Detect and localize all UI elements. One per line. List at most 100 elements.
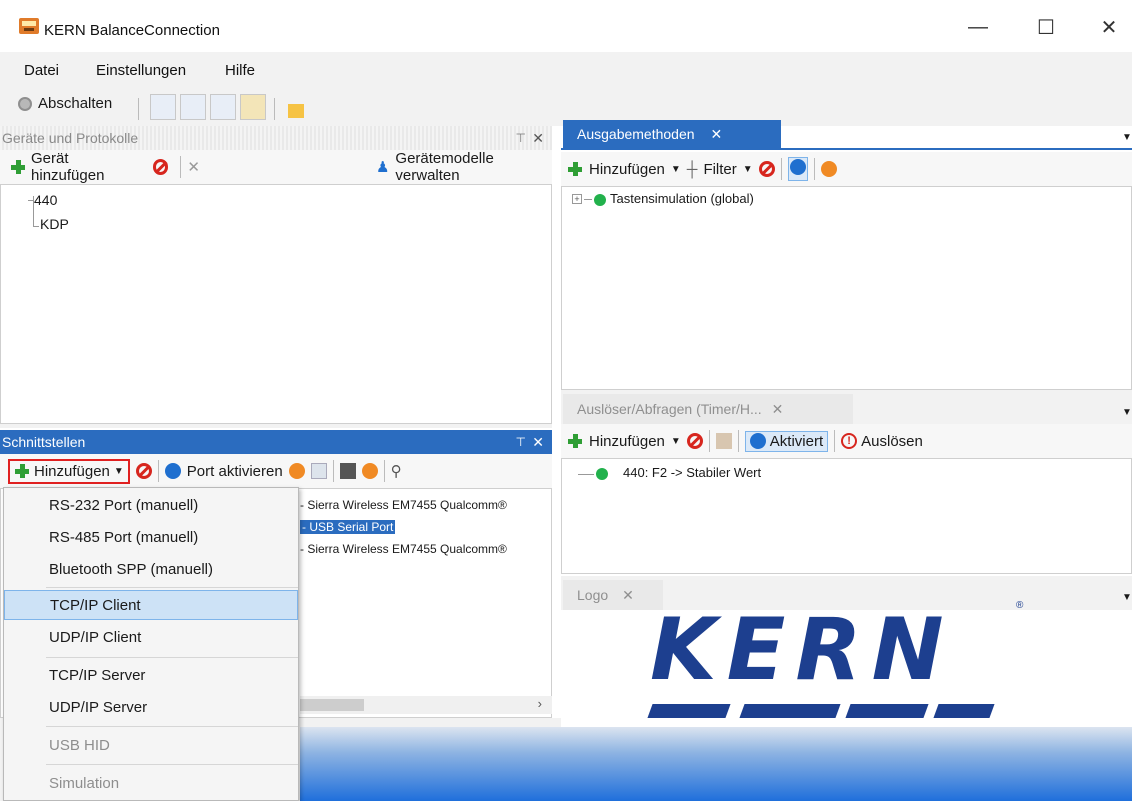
devices-toolbar: Gerät hinzufügen ✕ ♟ Gerätemodelle verwa… [0, 150, 552, 184]
tree-item-440[interactable]: 440 [34, 192, 57, 208]
menu-item-udpip-client[interactable]: UDP/IP Client [4, 622, 298, 652]
close-window-button[interactable]: ✕ [1086, 12, 1132, 42]
menu-hilfe[interactable]: Hilfe [225, 62, 255, 79]
chevron-down-icon[interactable]: ▼ [671, 436, 681, 447]
tab-ausloeser[interactable]: Auslöser/Abfragen (Timer/H... ✕ [563, 394, 853, 424]
toolbar-separator [737, 430, 739, 452]
toolbar-separator [180, 156, 182, 178]
chevron-down-icon[interactable]: ▼ [671, 164, 681, 175]
document-icon[interactable] [310, 463, 327, 479]
tree-item-tastensimulation[interactable]: Tastensimulation (global) [610, 191, 754, 206]
settings-icon[interactable] [820, 161, 837, 177]
close-icon[interactable]: ✕ [532, 130, 544, 147]
scrollbar-thumb[interactable] [300, 699, 364, 711]
port-item[interactable]: - Sierra Wireless EM7455 Qualcomm® [300, 498, 552, 512]
devices-panel-title: Geräte und Protokolle [2, 130, 139, 146]
trigger-label: Auslösen [861, 432, 923, 450]
triggers-toolbar: Hinzufügen ▼ Aktiviert ! Auslösen [561, 424, 1132, 458]
chevron-right-icon[interactable]: › [538, 696, 542, 711]
add-interface-dropdown: RS-232 Port (manuell) RS-485 Port (manue… [3, 487, 299, 801]
toolbar-separator [834, 430, 836, 452]
devices-tree [0, 184, 552, 424]
tab-label: Auslöser/Abfragen (Timer/H... [577, 401, 762, 417]
trigger-button[interactable]: ! Auslösen [841, 433, 923, 450]
chevron-down-icon[interactable]: ▼ [1122, 132, 1132, 143]
filter-button[interactable]: Filter [703, 161, 736, 178]
add-interface-label: Hinzufügen [34, 462, 110, 480]
pin-icon[interactable]: ⊤ [516, 131, 526, 145]
menu-einstellungen[interactable]: Einstellungen [96, 62, 186, 79]
close-icon[interactable]: ✕ [711, 126, 723, 143]
tab-logo[interactable]: Logo ✕ [563, 580, 663, 610]
export-icon[interactable] [240, 94, 266, 120]
horizontal-scrollbar[interactable]: › [300, 696, 552, 714]
menu-item-tcpip-server[interactable]: TCP/IP Server [4, 660, 298, 690]
activate-port-icon [164, 463, 181, 479]
devices-panel-header: Geräte und Protokolle ⊤ ✕ [0, 126, 552, 150]
interfaces-toolbar: Hinzufügen ▼ Port aktivieren ⚲ [0, 454, 552, 488]
tools-icon[interactable]: ✕ [187, 158, 200, 176]
binoculars-icon[interactable]: ⚲ [391, 462, 402, 480]
tab-label: Ausgabemethoden [577, 126, 695, 142]
activate-port-button[interactable]: Port aktivieren [187, 463, 283, 480]
close-icon[interactable]: ✕ [772, 401, 784, 418]
menu-item-simulation[interactable]: Simulation [4, 768, 298, 798]
tree-line [584, 199, 592, 200]
add-device-button[interactable]: Gerät hinzufügen [31, 150, 139, 184]
menu-item-rs232[interactable]: RS-232 Port (manuell) [4, 490, 298, 520]
port-item-selected[interactable]: - USB Serial Port [300, 520, 396, 534]
activated-toggle[interactable]: Aktiviert [744, 430, 829, 452]
edit-icon[interactable] [715, 433, 732, 449]
chevron-down-icon[interactable]: ▼ [1122, 407, 1132, 418]
expand-icon[interactable]: + [572, 194, 582, 204]
menu-separator [46, 726, 298, 727]
status-band [300, 727, 1132, 801]
add-output-button[interactable]: Hinzufügen [589, 161, 665, 178]
remove-icon[interactable] [135, 463, 152, 479]
menu-item-bluetooth-spp[interactable]: Bluetooth SPP (manuell) [4, 554, 298, 584]
menu-item-rs485[interactable]: RS-485 Port (manuell) [4, 522, 298, 552]
close-icon[interactable]: ✕ [622, 587, 634, 604]
chevron-down-icon[interactable]: ▼ [1122, 592, 1132, 603]
chevron-down-icon[interactable]: ▼ [743, 164, 753, 175]
tree-line [578, 474, 594, 475]
tab-ausgabemethoden[interactable]: Ausgabemethoden ✕ [563, 120, 781, 148]
remove-icon[interactable] [758, 161, 775, 177]
abschalten-label: Abschalten [38, 95, 113, 112]
toolbar-separator [157, 460, 159, 482]
pin-icon[interactable]: ⊤ [516, 435, 526, 449]
maximize-button[interactable]: ☐ [1023, 12, 1069, 42]
abschalten-button[interactable]: Abschalten [18, 95, 112, 112]
output-tree [561, 186, 1132, 390]
menu-item-tcpip-client[interactable]: TCP/IP Client [4, 590, 298, 620]
toolbar-separator [780, 158, 782, 180]
connect-icon[interactable] [210, 94, 236, 120]
pause-icon[interactable] [787, 157, 808, 181]
settings-icon[interactable] [361, 463, 378, 479]
remove-icon[interactable] [686, 433, 703, 449]
manage-models-button[interactable]: Gerätemodelle verwalten [395, 150, 552, 184]
scale-tool-icon[interactable] [150, 94, 176, 120]
device-models-icon: ♟ [375, 159, 390, 176]
minimize-button[interactable]: — [955, 12, 1001, 42]
port-item[interactable]: - Sierra Wireless EM7455 Qualcomm® [300, 542, 552, 556]
menu-item-udpip-server[interactable]: UDP/IP Server [4, 692, 298, 722]
toolbar-separator [813, 158, 815, 180]
refresh-icon[interactable] [288, 463, 305, 479]
tree-item-kdp[interactable]: KDP [40, 216, 69, 232]
folder-icon[interactable] [288, 104, 304, 118]
remove-icon[interactable] [153, 159, 169, 175]
panel-gap [0, 424, 552, 428]
trigger-item[interactable]: 440: F2 -> Stabiler Wert [623, 465, 761, 480]
plug-icon[interactable] [180, 94, 206, 120]
terminal-icon[interactable] [339, 463, 356, 479]
add-interface-button[interactable]: Hinzufügen ▼ [8, 458, 130, 484]
toolbar-separator [332, 460, 334, 482]
close-icon[interactable]: ✕ [532, 434, 544, 451]
menu-separator [46, 657, 298, 658]
status-ok-icon [596, 468, 608, 480]
menu-item-usb-hid[interactable]: USB HID [4, 730, 298, 760]
add-trigger-button[interactable]: Hinzufügen [589, 433, 665, 450]
menu-datei[interactable]: Datei [24, 62, 59, 79]
logo-underline [739, 704, 841, 718]
